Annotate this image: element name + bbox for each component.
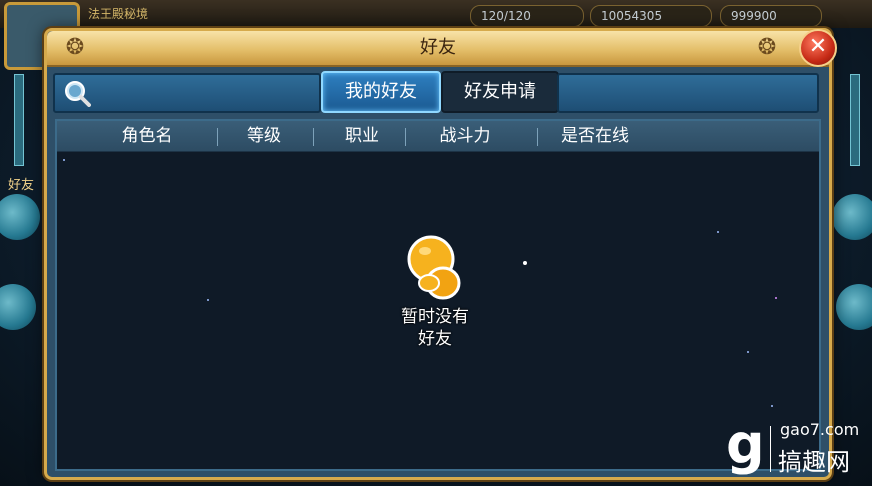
column-header-class: 职业 bbox=[345, 126, 379, 146]
left-ornament: 好友 bbox=[0, 34, 44, 454]
empty-state: 暂时没有 好友 bbox=[395, 233, 475, 349]
column-header-name: 角色名 bbox=[121, 126, 173, 146]
side-menu-friends[interactable]: 好友 bbox=[8, 174, 34, 193]
dialog-toolbar: 我的好友 好友申请 bbox=[53, 71, 819, 113]
lantern-pillar-right bbox=[850, 74, 860, 166]
tab-my-friends[interactable]: 我的好友 bbox=[321, 71, 441, 113]
cloud-ornament bbox=[0, 284, 36, 330]
empty-message-line1: 暂时没有 bbox=[401, 307, 469, 327]
watermark-url: gao7.com bbox=[780, 420, 860, 439]
ornament-swirl-icon: ❂ bbox=[757, 35, 777, 60]
table-header: 角色名 等级 职业 战斗力 是否在线 bbox=[57, 121, 819, 152]
star-decoration bbox=[207, 299, 209, 301]
star-decoration bbox=[523, 261, 527, 265]
star-decoration bbox=[63, 159, 65, 161]
cloud-ornament bbox=[0, 194, 40, 240]
column-divider bbox=[217, 128, 218, 146]
mascot-icon bbox=[407, 235, 461, 300]
cloud-ornament bbox=[836, 284, 872, 330]
watermark-divider bbox=[770, 426, 771, 472]
tab-friend-requests[interactable]: 好友申请 bbox=[441, 71, 559, 113]
column-header-level: 等级 bbox=[247, 126, 281, 146]
quest-label: 法王殿秘境 bbox=[88, 7, 149, 21]
watermark-logo: g bbox=[726, 413, 765, 476]
empty-message-line2: 好友 bbox=[418, 329, 452, 349]
search-icon[interactable] bbox=[63, 79, 91, 107]
gold-counter: 999900 bbox=[720, 5, 822, 27]
column-divider bbox=[537, 128, 538, 146]
watermark-name: 搞趣网 bbox=[778, 448, 850, 476]
right-ornament bbox=[828, 34, 872, 454]
top-resource-bar: 法王殿秘境 120/120 10054305 999900 bbox=[0, 0, 872, 28]
close-icon: ✕ bbox=[808, 34, 828, 59]
star-decoration bbox=[717, 231, 719, 233]
cloud-ornament bbox=[832, 194, 872, 240]
stamina-counter: 120/120 bbox=[470, 5, 584, 27]
dialog-title: 好友 bbox=[420, 37, 456, 58]
toolbar-right-field bbox=[557, 73, 819, 113]
star-decoration bbox=[771, 405, 773, 407]
close-button[interactable]: ✕ bbox=[799, 29, 837, 67]
search-input[interactable] bbox=[53, 73, 321, 113]
friends-dialog: ❂ 好友 ❂ ✕ 我的好友 好友申请 角色名 等级 职业 战斗力 是否在线 暂时… bbox=[44, 28, 837, 480]
column-header-online: 是否在线 bbox=[561, 126, 629, 146]
star-decoration bbox=[775, 297, 777, 299]
silver-counter: 10054305 bbox=[590, 5, 712, 27]
dialog-title-bar: ❂ 好友 ❂ bbox=[47, 31, 829, 67]
watermark: g gao7.com 搞趣网 bbox=[726, 414, 866, 478]
column-header-power: 战斗力 bbox=[439, 126, 491, 146]
friends-list-panel[interactable]: 角色名 等级 职业 战斗力 是否在线 暂时没有 好友 bbox=[55, 119, 821, 471]
lantern-pillar-left bbox=[14, 74, 24, 166]
star-decoration bbox=[747, 351, 749, 353]
column-divider bbox=[313, 128, 314, 146]
column-divider bbox=[405, 128, 406, 146]
